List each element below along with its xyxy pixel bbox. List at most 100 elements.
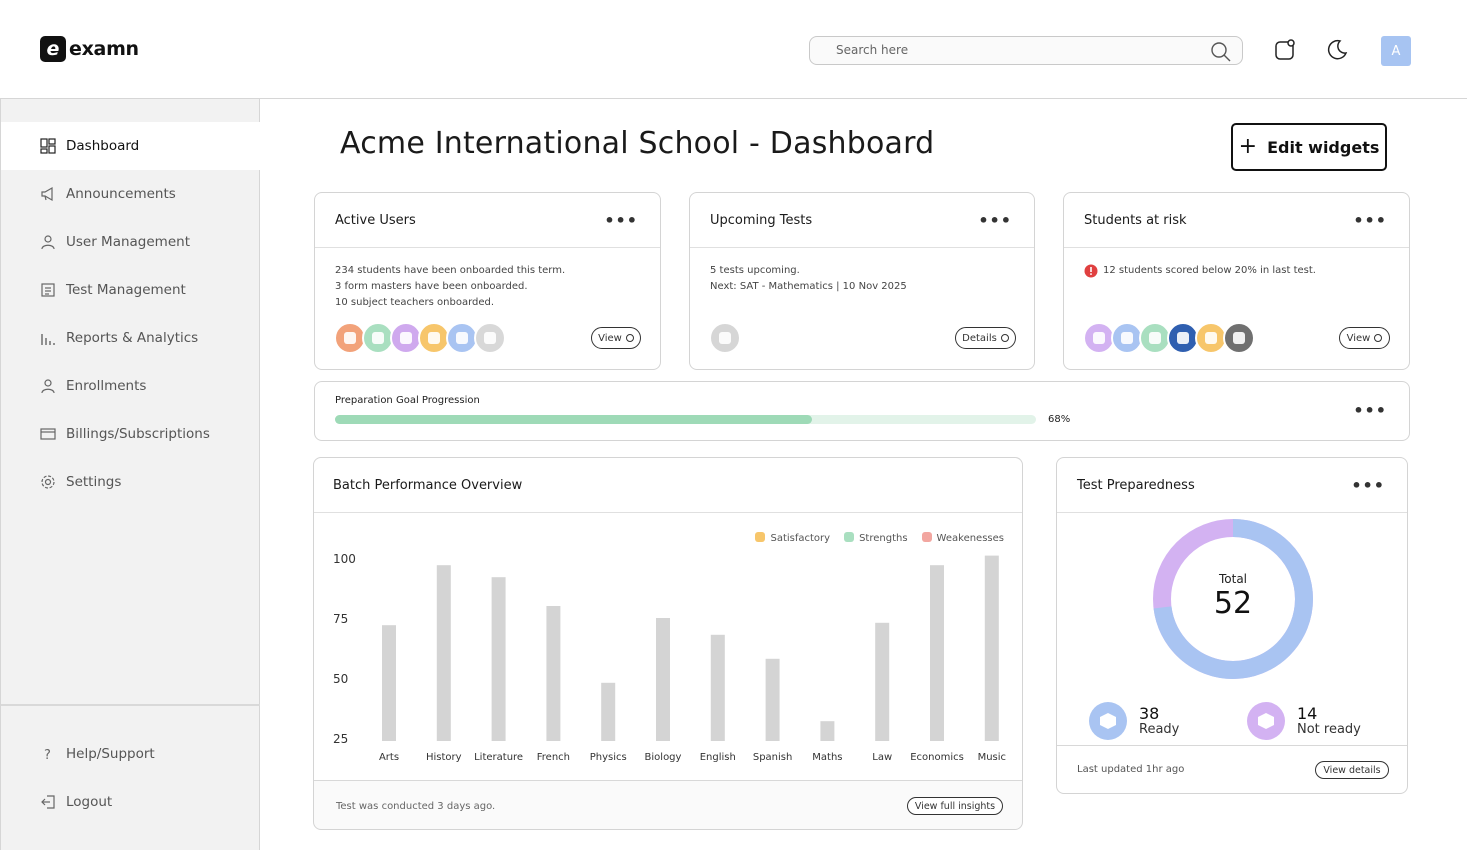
- avatar-group: [1083, 322, 1255, 354]
- dark-mode-icon[interactable]: [1325, 38, 1349, 62]
- avatar[interactable]: [1223, 322, 1255, 354]
- sidebar-item-user-management[interactable]: User Management: [1, 218, 260, 266]
- bar[interactable]: [601, 682, 616, 741]
- last-updated: Last updated 1hr ago: [1077, 764, 1185, 775]
- sidebar-item-label: Dashboard: [66, 138, 140, 154]
- image-icon: [1121, 332, 1133, 344]
- circle-icon: [1000, 334, 1009, 342]
- progress-value: 68%: [1048, 414, 1071, 425]
- gear-icon: [41, 475, 55, 489]
- view-details-button[interactable]: View details: [1315, 761, 1389, 779]
- y-tick-label: 100: [333, 552, 356, 566]
- sidebar-item-settings[interactable]: Settings: [1, 458, 260, 506]
- y-tick-label: 25: [333, 732, 348, 746]
- card-header: Students at risk •••: [1064, 193, 1409, 248]
- alert-icon: [1084, 264, 1098, 278]
- card-title: Students at risk: [1084, 213, 1187, 228]
- text-line: 234 students have been onboarded this te…: [335, 265, 566, 276]
- image-icon: [1093, 332, 1105, 344]
- bar[interactable]: [710, 634, 725, 741]
- sidebar-item-logout[interactable]: Logout: [1, 778, 260, 826]
- text-line: 5 tests upcoming.: [710, 265, 800, 276]
- ready-stat: 38 Ready: [1089, 702, 1179, 740]
- active-users-card: Active Users ••• 234 students have been …: [314, 192, 661, 370]
- sidebar-item-label: Reports & Analytics: [66, 330, 199, 346]
- more-options-icon[interactable]: •••: [1351, 476, 1385, 495]
- button-label: View: [598, 332, 622, 344]
- not-ready-icon: [1247, 702, 1285, 740]
- more-options-icon[interactable]: •••: [604, 211, 638, 230]
- not-ready-label: Not ready: [1297, 721, 1361, 737]
- more-options-icon[interactable]: •••: [1353, 211, 1387, 230]
- sidebar-item-reports-analytics[interactable]: Reports & Analytics: [1, 314, 260, 362]
- bar[interactable]: [984, 555, 999, 741]
- x-tick-label: Physics: [590, 752, 627, 763]
- more-options-icon[interactable]: •••: [1353, 401, 1387, 420]
- bar[interactable]: [656, 618, 670, 741]
- x-tick-label: English: [700, 752, 736, 763]
- avatar[interactable]: [709, 322, 741, 354]
- avatar-group: [334, 322, 506, 354]
- progress-track: [335, 415, 1036, 424]
- image-icon: [1205, 332, 1217, 344]
- sidebar-item-help[interactable]: ? Help/Support: [1, 730, 260, 778]
- ready-count: 38: [1139, 703, 1160, 723]
- logo[interactable]: e examn: [40, 36, 139, 62]
- view-button[interactable]: View: [591, 327, 641, 349]
- sidebar-item-label: Help/Support: [66, 746, 155, 762]
- text-line: 10 subject teachers onboarded.: [335, 297, 495, 308]
- sidebar-item-enrollments[interactable]: Enrollments: [1, 362, 260, 410]
- sidebar-item-label: User Management: [66, 234, 190, 250]
- bar[interactable]: [930, 565, 944, 741]
- footer-note: Test was conducted 3 days ago.: [336, 801, 496, 812]
- card-divider: [1057, 745, 1407, 746]
- sidebar-item-billings[interactable]: Billings/Subscriptions: [1, 410, 260, 458]
- top-bar: e examn A: [0, 0, 1467, 99]
- card-header: Upcoming Tests •••: [690, 193, 1034, 248]
- sidebar-item-announcements[interactable]: Announcements: [1, 170, 260, 218]
- bar[interactable]: [820, 721, 835, 741]
- search-input[interactable]: [836, 43, 1196, 57]
- image-icon: [344, 332, 356, 344]
- search-icon[interactable]: [1210, 41, 1232, 63]
- y-tick-label: 75: [333, 612, 348, 626]
- sidebar-item-dashboard[interactable]: Dashboard: [1, 122, 260, 170]
- bar[interactable]: [491, 577, 506, 741]
- sidebar-item-label: Settings: [66, 474, 122, 490]
- more-options-icon[interactable]: •••: [978, 211, 1012, 230]
- avatar[interactable]: [474, 322, 506, 354]
- question-icon: ?: [44, 748, 51, 762]
- circle-icon: [1374, 334, 1383, 342]
- sidebar-item-label: Logout: [66, 794, 113, 810]
- card-body-text: 5 tests upcoming. Next: SAT - Mathematic…: [710, 263, 907, 295]
- view-button[interactable]: View: [1339, 327, 1390, 349]
- bar[interactable]: [546, 606, 561, 741]
- image-icon: [372, 332, 384, 344]
- ready-icon: [1089, 702, 1127, 740]
- image-icon: [1149, 332, 1161, 344]
- sidebar-item-test-management[interactable]: Test Management: [1, 266, 260, 314]
- alert-text: 12 students scored below 20% in last tes…: [1103, 265, 1316, 276]
- bar[interactable]: [436, 565, 451, 741]
- bar[interactable]: [382, 625, 396, 741]
- x-tick-label: Arts: [379, 752, 399, 763]
- x-tick-label: French: [537, 752, 570, 763]
- not-ready-stat: 14 Not ready: [1247, 702, 1361, 740]
- card-icon: [40, 428, 56, 440]
- image-icon: [400, 332, 412, 344]
- view-full-insights-button[interactable]: View full insights: [907, 797, 1003, 815]
- x-tick-label: Music: [978, 752, 1006, 763]
- details-button[interactable]: Details: [955, 327, 1016, 349]
- x-tick-label: History: [426, 752, 462, 763]
- bar[interactable]: [875, 622, 890, 741]
- user-avatar[interactable]: A: [1381, 36, 1411, 66]
- text-line: Next: SAT - Mathematics | 10 Nov 2025: [710, 281, 907, 292]
- image-icon: [1233, 332, 1245, 344]
- notification-icon[interactable]: [1273, 38, 1297, 62]
- x-tick-label: Law: [872, 752, 892, 763]
- x-tick-label: Literature: [474, 752, 523, 763]
- edit-widgets-button[interactable]: + Edit widgets: [1231, 123, 1387, 171]
- ready-label: Ready: [1139, 721, 1180, 737]
- card-body-text: 234 students have been onboarded this te…: [335, 263, 565, 311]
- bar[interactable]: [765, 658, 780, 741]
